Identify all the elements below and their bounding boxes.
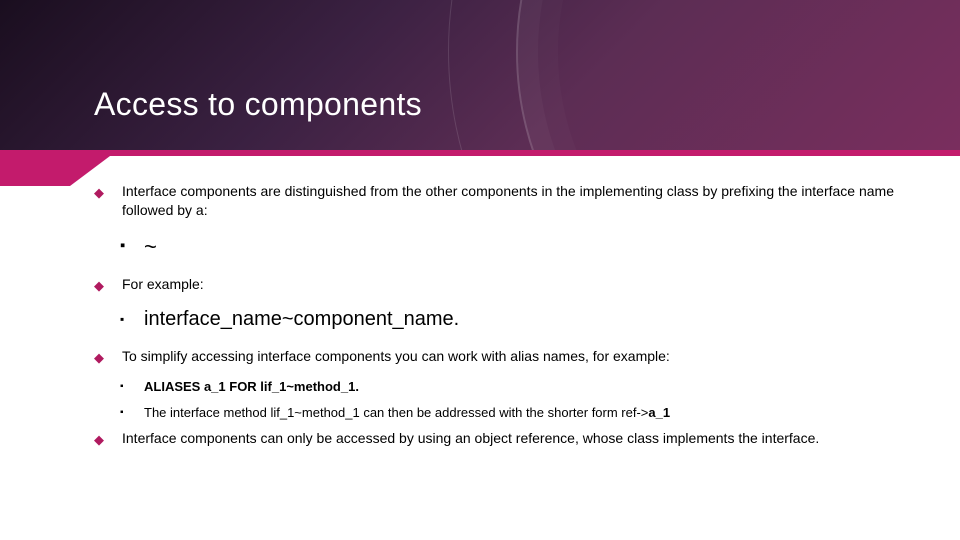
bullet-2-sub-example: interface_name~component_name. (120, 306, 900, 333)
bullet-4: Interface components can only be accesse… (94, 429, 900, 448)
slide-title: Access to components (94, 86, 422, 123)
bullet-3-sub-alias: ALIASES a_1 FOR lif_1~method_1. (120, 378, 900, 396)
alias-code: ALIASES a_1 FOR lif_1~method_1 (144, 379, 355, 394)
bullet-1-sub-tilde: ~ (120, 232, 900, 262)
note-bold-ref: a_1 (648, 405, 670, 420)
bullet-3-sub-note: The interface method lif_1~method_1 can … (120, 404, 900, 422)
alias-code-dot: . (355, 379, 359, 394)
note-text: The interface method lif_1~method_1 can … (144, 405, 648, 420)
bullet-2: For example: (94, 275, 900, 294)
bullet-1: Interface components are distinguished f… (94, 182, 900, 220)
slide-body: Interface components are distinguished f… (94, 182, 900, 460)
accent-stripe (0, 150, 960, 156)
slide-header-band (0, 0, 960, 155)
bullet-3: To simplify accessing interface componen… (94, 347, 900, 366)
